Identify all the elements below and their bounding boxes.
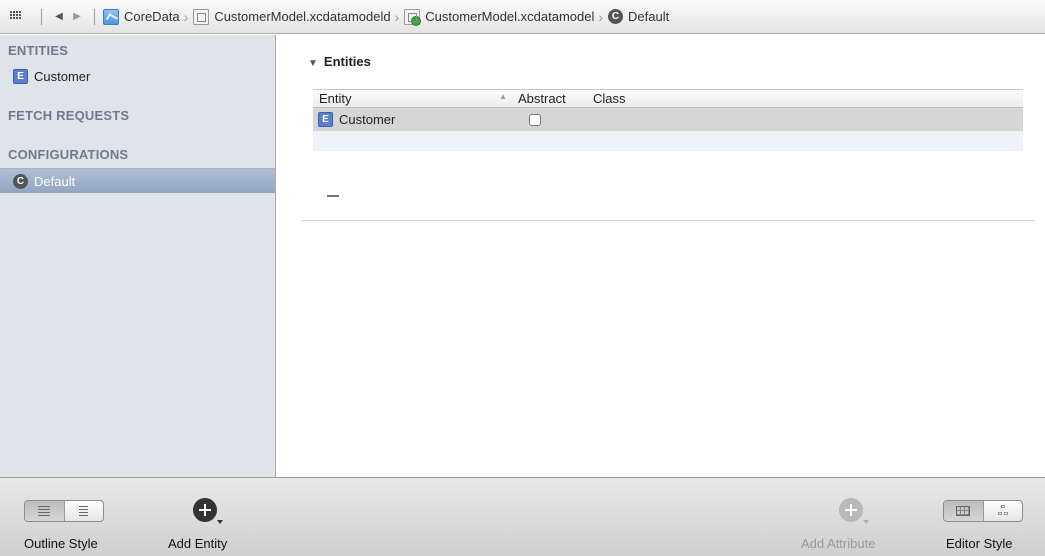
- related-items-grid-icon[interactable]: [10, 10, 24, 23]
- dropdown-caret-icon: [217, 520, 223, 524]
- hierarchical-outline-button[interactable]: [64, 501, 103, 521]
- back-arrow-icon[interactable]: ◀: [50, 11, 68, 22]
- entities-section-header[interactable]: ENTITIES: [8, 43, 68, 58]
- table-icon: [956, 506, 970, 516]
- add-attribute-label: Add Attribute: [801, 536, 876, 551]
- breadcrumb-model[interactable]: CustomerModel.xcdatamodel: [404, 8, 595, 26]
- entity-icon: E: [13, 69, 28, 84]
- configurations-section-header[interactable]: CONFIGURATIONS: [8, 147, 128, 162]
- data-model-icon: [404, 8, 422, 26]
- outline-style-control: [24, 500, 104, 522]
- list-icon: [38, 506, 50, 516]
- column-label: Entity: [319, 91, 352, 106]
- breadcrumb-configuration[interactable]: C Default: [608, 9, 669, 24]
- editor-style-control: [943, 500, 1023, 522]
- entity-icon: E: [318, 112, 333, 127]
- editor-style-label: Editor Style: [946, 536, 1013, 551]
- fetch-requests-section-header[interactable]: FETCH REQUESTS: [8, 108, 129, 123]
- indented-list-icon: [79, 506, 88, 516]
- remove-button[interactable]: [327, 195, 339, 197]
- breadcrumb-label: Default: [628, 9, 670, 24]
- column-header-class[interactable]: Class: [589, 91, 626, 106]
- table-empty-row: [313, 131, 1023, 151]
- column-header-entity[interactable]: Entity ▲: [313, 91, 513, 106]
- entities-group-header[interactable]: ▼ Entities: [308, 54, 371, 69]
- separator: [94, 8, 95, 25]
- sort-ascending-icon: ▲: [499, 92, 507, 101]
- divider: [302, 220, 1035, 221]
- document-icon: [193, 8, 210, 25]
- chevron-right-icon: ›: [598, 8, 604, 25]
- bottom-toolbar: Outline Style Add Entity Add Attribute E…: [0, 477, 1045, 556]
- chevron-right-icon: ›: [183, 8, 189, 25]
- flat-outline-button[interactable]: [25, 501, 64, 521]
- entity-cell[interactable]: E Customer: [313, 112, 513, 127]
- sidebar-item-default[interactable]: C Default: [0, 168, 275, 193]
- group-title: Entities: [323, 54, 371, 69]
- sidebar-item-customer[interactable]: E Customer: [0, 64, 275, 89]
- chevron-right-icon: ›: [394, 8, 400, 25]
- project-icon: [103, 8, 119, 25]
- breadcrumb-model-bundle[interactable]: CustomerModel.xcdatamodeld: [193, 8, 391, 25]
- sidebar-item-label: Default: [34, 173, 76, 189]
- disclosure-triangle-icon[interactable]: ▼: [308, 58, 318, 69]
- model-editor: ▼ Entities Entity ▲ Abstract Class E Cust…: [277, 35, 1045, 477]
- table-row[interactable]: E Customer: [313, 108, 1023, 131]
- outline-sidebar: ENTITIES E Customer FETCH REQUESTS CONFI…: [0, 35, 276, 477]
- graph-style-button[interactable]: [983, 501, 1022, 521]
- breadcrumb-label: CustomerModel.xcdatamodeld: [214, 9, 391, 24]
- add-entity-label: Add Entity: [168, 536, 228, 551]
- add-entity-button[interactable]: [193, 498, 223, 524]
- configuration-icon: C: [608, 9, 624, 24]
- breadcrumb-project[interactable]: CoreData: [103, 8, 180, 25]
- entity-name: Customer: [339, 112, 396, 127]
- configuration-icon: C: [13, 173, 28, 189]
- jump-bar: ◀ ▶ CoreData › CustomerModel.xcdatamodel…: [0, 0, 1045, 34]
- breadcrumb-label: CustomerModel.xcdatamodel: [425, 9, 595, 24]
- sidebar-item-label: Customer: [34, 69, 91, 84]
- column-header-abstract[interactable]: Abstract: [513, 91, 589, 106]
- abstract-checkbox[interactable]: [529, 113, 541, 126]
- entities-table: Entity ▲ Abstract Class E Customer: [313, 89, 1023, 151]
- separator: [41, 8, 42, 25]
- graph-icon: [998, 505, 1008, 517]
- add-attribute-button[interactable]: [839, 498, 869, 524]
- table-style-button[interactable]: [944, 501, 983, 521]
- outline-style-label: Outline Style: [24, 536, 98, 551]
- dropdown-caret-icon: [863, 520, 869, 524]
- table-header: Entity ▲ Abstract Class: [313, 89, 1023, 108]
- forward-arrow-icon[interactable]: ▶: [68, 11, 86, 22]
- breadcrumb-label: CoreData: [124, 9, 180, 24]
